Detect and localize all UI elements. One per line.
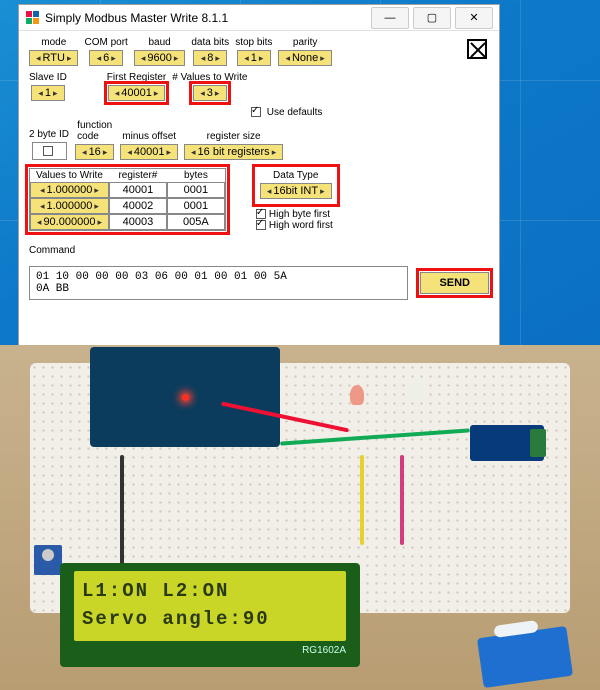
wire-black [120, 455, 124, 575]
close-button[interactable]: ✕ [455, 7, 493, 29]
led-2 [410, 379, 424, 401]
lcd-line-1: L1:ON L2:ON [82, 577, 338, 605]
send-button[interactable]: SEND [420, 272, 489, 294]
lcd-model: RG1602A [74, 645, 346, 656]
high-word-checkbox[interactable] [256, 220, 266, 230]
register-size-select[interactable]: ◂16 bit registers▸ [184, 144, 283, 160]
maximize-button[interactable]: ▢ [413, 7, 451, 29]
led-1 [350, 385, 364, 405]
minus-offset-input[interactable]: ◂40001▸ [120, 144, 178, 160]
databits-select[interactable]: ◂8▸ [193, 50, 227, 66]
function-code-input[interactable]: ◂16▸ [75, 144, 114, 160]
wire-pink [400, 455, 404, 545]
byteid-checkbox[interactable] [32, 142, 67, 160]
table-row: ◂90.000000▸ 40003 005A [30, 214, 225, 230]
command-text[interactable]: 01 10 00 00 00 03 06 00 01 00 01 00 5A 0… [29, 266, 408, 300]
table-row: ◂1.000000▸ 40001 0001 [30, 182, 225, 198]
num-values-input[interactable]: ◂3▸ [193, 85, 227, 101]
parity-select[interactable]: ◂None▸ [278, 50, 331, 66]
lcd-module: L1:ON L2:ON Servo angle:90 RG1602A [60, 563, 360, 667]
value-cell[interactable]: ◂90.000000▸ [30, 214, 109, 230]
rs485-module [470, 425, 544, 461]
cancel-icon[interactable] [467, 39, 487, 59]
baud-select[interactable]: ◂9600▸ [134, 50, 186, 66]
arduino-led-on [182, 394, 189, 401]
window-title: Simply Modbus Master Write 8.1.1 [45, 11, 367, 25]
minimize-button[interactable]: — [371, 7, 409, 29]
lcd-line-2: Servo angle:90 [82, 605, 338, 633]
command-label: Command [29, 245, 489, 256]
app-icon [25, 11, 39, 25]
value-cell[interactable]: ◂1.000000▸ [30, 182, 109, 198]
datatype-panel: Data Type ◂16bit INT▸ High byte first Hi… [256, 168, 342, 231]
slaveid-input[interactable]: ◂1▸ [31, 85, 65, 101]
stopbits-select[interactable]: ◂1▸ [237, 50, 271, 66]
values-table: Values to Writeregister#bytes ◂1.000000▸… [29, 168, 226, 231]
wire-yellow [360, 455, 364, 545]
app-window: Simply Modbus Master Write 8.1.1 — ▢ ✕ m… [18, 4, 500, 349]
first-register-input[interactable]: ◂40001▸ [108, 85, 166, 101]
use-defaults-checkbox[interactable] [251, 107, 261, 117]
datatype-select[interactable]: ◂16bit INT▸ [260, 183, 332, 199]
potentiometer [34, 545, 62, 575]
value-cell[interactable]: ◂1.000000▸ [30, 198, 109, 214]
comport-select[interactable]: ◂6▸ [89, 50, 123, 66]
hardware-photo: L1:ON L2:ON Servo angle:90 RG1602A [0, 345, 600, 690]
mode-select[interactable]: ◂RTU▸ [29, 50, 78, 66]
titlebar: Simply Modbus Master Write 8.1.1 — ▢ ✕ [19, 5, 499, 31]
servo-motor [477, 626, 573, 688]
table-row: ◂1.000000▸ 40002 0001 [30, 198, 225, 214]
lcd-screen: L1:ON L2:ON Servo angle:90 [74, 571, 346, 641]
